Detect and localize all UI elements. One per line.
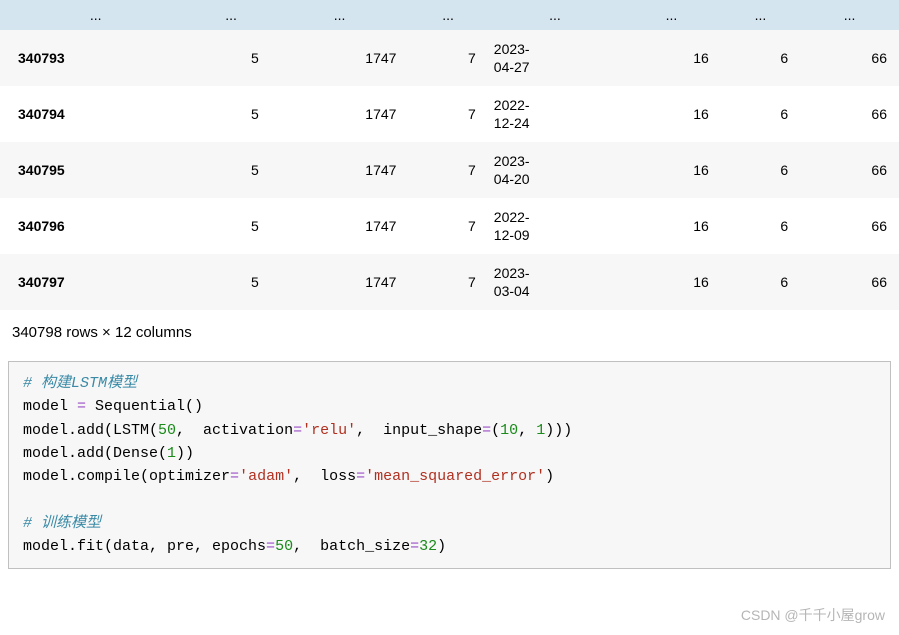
- ellipsis-cell: ...: [488, 0, 622, 30]
- code-cell[interactable]: # 构建LSTM模型 model = Sequential() model.ad…: [8, 361, 891, 569]
- code-text: model: [23, 398, 77, 415]
- code-op: =: [482, 422, 491, 439]
- index-cell: 340797: [0, 254, 191, 310]
- code-num: 50: [158, 422, 176, 439]
- code-num: 1: [536, 422, 545, 439]
- code-text: , input_shape: [356, 422, 482, 439]
- date-cell: 2022-12-24: [488, 86, 622, 142]
- code-text: model.add(Dense(: [23, 445, 167, 462]
- data-cell: 66: [800, 254, 899, 310]
- table-row: 3407955174772023-04-2016666: [0, 142, 899, 198]
- data-cell: 16: [622, 198, 721, 254]
- index-cell: 340795: [0, 142, 191, 198]
- ellipsis-cell: ...: [408, 0, 487, 30]
- code-num: 50: [275, 538, 293, 555]
- data-cell: 7: [408, 86, 487, 142]
- code-text: ): [545, 468, 554, 485]
- code-op: =: [266, 538, 275, 555]
- ellipsis-cell: ...: [721, 0, 800, 30]
- date-cell: 2023-04-27: [488, 30, 622, 86]
- code-text: )): [176, 445, 194, 462]
- code-text: ): [437, 538, 446, 555]
- data-cell: 6: [721, 86, 800, 142]
- data-cell: 7: [408, 254, 487, 310]
- data-cell: 5: [191, 142, 270, 198]
- code-text: , batch_size: [293, 538, 410, 555]
- code-str: 'relu': [302, 422, 356, 439]
- ellipsis-cell: ...: [800, 0, 899, 30]
- code-str: 'mean_squared_error': [365, 468, 545, 485]
- data-cell: 1747: [271, 142, 409, 198]
- watermark: CSDN @千千小屋grow: [741, 605, 885, 625]
- data-cell: 1747: [271, 198, 409, 254]
- data-cell: 66: [800, 142, 899, 198]
- data-cell: 5: [191, 30, 270, 86]
- index-cell: 340796: [0, 198, 191, 254]
- ellipsis-cell: ...: [191, 0, 270, 30]
- code-op: =: [293, 422, 302, 439]
- table-row: 3407975174772023-03-0416666: [0, 254, 899, 310]
- code-op: =: [356, 468, 365, 485]
- data-cell: 7: [408, 142, 487, 198]
- data-cell: 5: [191, 254, 270, 310]
- ellipsis-cell: ...: [271, 0, 409, 30]
- data-cell: 16: [622, 142, 721, 198]
- data-cell: 1747: [271, 30, 409, 86]
- data-cell: 66: [800, 86, 899, 142]
- code-text: model.add(LSTM(: [23, 422, 158, 439]
- data-cell: 66: [800, 30, 899, 86]
- code-str: 'adam': [239, 468, 293, 485]
- table-row: 3407965174772022-12-0916666: [0, 198, 899, 254]
- data-cell: 6: [721, 254, 800, 310]
- data-cell: 1747: [271, 254, 409, 310]
- data-cell: 16: [622, 86, 721, 142]
- code-text: model.compile(optimizer: [23, 468, 230, 485]
- data-cell: 1747: [271, 86, 409, 142]
- dataframe-summary: 340798 rows × 12 columns: [0, 310, 899, 357]
- code-text: model.fit(data, pre, epochs: [23, 538, 266, 555]
- date-cell: 2022-12-09: [488, 198, 622, 254]
- table-row: 3407935174772023-04-2716666: [0, 30, 899, 86]
- data-cell: 16: [622, 30, 721, 86]
- data-cell: 66: [800, 198, 899, 254]
- code-num: 1: [167, 445, 176, 462]
- dataframe-output: ... ... ... ... ... ... ... ... 34079351…: [0, 0, 899, 310]
- code-op: =: [77, 398, 86, 415]
- data-cell: 6: [721, 142, 800, 198]
- data-cell: 5: [191, 86, 270, 142]
- index-cell: 340794: [0, 86, 191, 142]
- code-num: 10: [500, 422, 518, 439]
- code-text: ,: [518, 422, 536, 439]
- code-comment: # 训练模型: [23, 515, 101, 532]
- data-cell: 5: [191, 198, 270, 254]
- data-cell: 7: [408, 198, 487, 254]
- date-cell: 2023-04-20: [488, 142, 622, 198]
- index-cell: 340793: [0, 30, 191, 86]
- data-cell: 7: [408, 30, 487, 86]
- code-op: =: [410, 538, 419, 555]
- code-text: (: [491, 422, 500, 439]
- data-cell: 16: [622, 254, 721, 310]
- ellipsis-row: ... ... ... ... ... ... ... ...: [0, 0, 899, 30]
- ellipsis-cell: ...: [0, 0, 191, 30]
- code-num: 32: [419, 538, 437, 555]
- code-text: , activation: [176, 422, 293, 439]
- data-cell: 6: [721, 198, 800, 254]
- code-text: Sequential(): [86, 398, 203, 415]
- ellipsis-cell: ...: [622, 0, 721, 30]
- code-text: ))): [545, 422, 572, 439]
- code-op: =: [230, 468, 239, 485]
- code-comment: # 构建LSTM模型: [23, 375, 137, 392]
- table-row: 3407945174772022-12-2416666: [0, 86, 899, 142]
- code-text: , loss: [293, 468, 356, 485]
- date-cell: 2023-03-04: [488, 254, 622, 310]
- data-cell: 6: [721, 30, 800, 86]
